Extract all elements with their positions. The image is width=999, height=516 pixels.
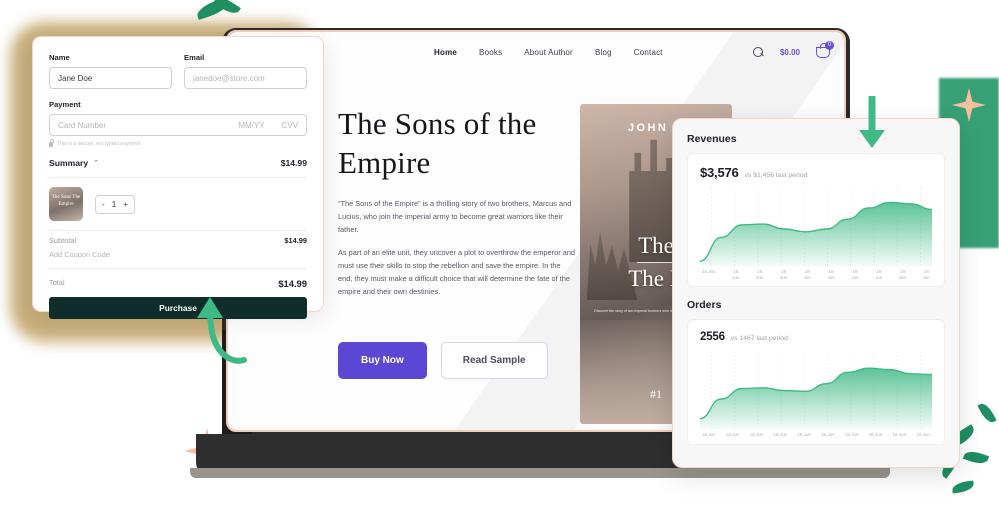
payment-label: Payment bbox=[49, 100, 81, 109]
nav-actions: $0.00 0 bbox=[752, 40, 834, 58]
cart-line-item: The Sons The Empire - 1 + bbox=[49, 178, 307, 231]
subtotal-label: Subtotal bbox=[49, 236, 77, 245]
x-axis-tick: 18 Jun bbox=[732, 269, 740, 280]
x-axis-tick: 18 Jun bbox=[803, 269, 811, 280]
x-axis-tick: 18 Jun bbox=[749, 432, 764, 438]
x-axis-tick: 18 Jun bbox=[755, 269, 764, 280]
screenshot-canvas: Home Books About Author Blog Contact $0.… bbox=[0, 0, 999, 516]
revenues-metric-header: $3,576 vs $1,456 last period bbox=[700, 165, 932, 180]
checkout-card: Name Email Payment MM/YY CVV This is a s… bbox=[32, 36, 324, 319]
x-axis-tick: 15 Jun bbox=[702, 269, 716, 274]
quantity-decrease-button[interactable]: - bbox=[102, 200, 105, 209]
quantity-increase-button[interactable]: + bbox=[123, 200, 128, 209]
orders-value: 2556 bbox=[700, 331, 725, 344]
x-axis-tick: 18 Jun bbox=[779, 269, 788, 280]
total-value: $14.99 bbox=[278, 278, 307, 289]
x-axis-tick: 18 Jun bbox=[773, 432, 788, 438]
summary-label: Summary bbox=[49, 158, 89, 168]
search-icon[interactable] bbox=[752, 46, 764, 58]
nav-item-about-author[interactable]: About Author bbox=[524, 48, 573, 57]
quantity-value: 1 bbox=[111, 199, 117, 209]
orders-heading: Orders bbox=[687, 299, 722, 312]
page-title: The Sons of the Empire bbox=[338, 106, 537, 181]
nav-item-home[interactable]: Home bbox=[434, 48, 457, 57]
x-axis-tick: 18 Jun bbox=[868, 432, 883, 438]
revenues-value: $3,576 bbox=[700, 165, 739, 180]
secure-payment-note: This is a secure, encrypted payment bbox=[49, 139, 307, 147]
revenues-x-axis: 15 Jun 18 Jun 18 Jun 18 Jun 18 Jun 18 Jun 18 J… bbox=[700, 266, 932, 280]
x-axis-tick: 18 Jun bbox=[827, 269, 835, 280]
name-field-group: Name bbox=[49, 53, 172, 89]
quantity-stepper[interactable]: - 1 + bbox=[95, 194, 135, 214]
nav-item-blog[interactable]: Blog bbox=[595, 48, 612, 57]
card-extra-fields: MM/YY CVV bbox=[238, 114, 298, 136]
orders-metric-card: 2556 vs 1467 last period 15 Jun 18 Jun 18 … bbox=[687, 319, 945, 446]
revenues-area-chart bbox=[700, 188, 932, 266]
hero-paragraph-1: “The Sons of the Empire” is a thrilling … bbox=[338, 199, 572, 234]
orders-x-axis: 15 Jun 18 Jun 18 Jun 18 Jun 18 Jun 18 Jun 18 J… bbox=[700, 429, 932, 438]
email-input[interactable] bbox=[184, 67, 307, 89]
read-sample-button[interactable]: Read Sample bbox=[440, 342, 548, 379]
thumbnail-title: The Sons The Empire bbox=[51, 194, 81, 207]
total-label: Total bbox=[49, 278, 65, 287]
x-axis-tick: 18 Jun bbox=[874, 269, 883, 280]
nav-item-books[interactable]: Books bbox=[479, 48, 502, 57]
chevron-up-icon[interactable]: ⌃ bbox=[93, 159, 99, 167]
orders-metric-header: 2556 vs 1467 last period bbox=[700, 331, 932, 343]
name-email-row: Name Email bbox=[49, 53, 307, 89]
x-axis-tick: 18 Jun bbox=[898, 269, 907, 280]
hero-paragraph-2: As part of an elite unit, they uncover a… bbox=[338, 248, 576, 296]
revenues-metric-card: $3,576 vs $1,456 last period 15 Jun 18 Ju… bbox=[687, 153, 945, 288]
summary-header[interactable]: Summary ⌃ $14.99 bbox=[49, 158, 307, 178]
add-coupon-link[interactable]: Add Coupon Code bbox=[49, 245, 307, 269]
leaf-icon bbox=[977, 400, 997, 426]
subtotal-value: $14.99 bbox=[284, 236, 307, 245]
analytics-dashboard-card: Revenues $3,576 vs $1,456 last period 15… bbox=[672, 118, 960, 468]
purchase-button[interactable]: Purchase bbox=[49, 297, 307, 319]
summary-amount: $14.99 bbox=[280, 158, 307, 168]
x-axis-tick: 18 Jun bbox=[820, 432, 835, 438]
lock-icon bbox=[49, 139, 55, 147]
cart-count-badge: 0 bbox=[825, 40, 834, 50]
x-axis-tick: 18 Jun bbox=[851, 269, 859, 280]
laptop-base bbox=[190, 468, 890, 478]
x-axis-tick: 18 Jun bbox=[916, 432, 930, 438]
cover-divider bbox=[637, 262, 675, 264]
leaf-icon bbox=[962, 448, 990, 467]
email-label: Email bbox=[184, 53, 205, 62]
x-axis-tick: 18 Jun bbox=[922, 269, 930, 280]
nav-links: Home Books About Author Blog Contact bbox=[434, 48, 663, 57]
orders-comparison: vs 1467 last period bbox=[730, 335, 788, 343]
card-field-group: MM/YY CVV bbox=[49, 114, 307, 136]
total-row: Total $14.99 bbox=[49, 269, 307, 297]
x-axis-tick: 18 Jun bbox=[725, 432, 740, 438]
cart-button[interactable]: 0 bbox=[816, 40, 834, 58]
email-field-group: Email bbox=[184, 53, 307, 89]
x-axis-tick: 18 Jun bbox=[797, 432, 811, 438]
book-thumbnail: The Sons The Empire bbox=[49, 187, 83, 221]
cta-buttons: Buy Now Read Sample bbox=[338, 342, 548, 379]
x-axis-tick: 15 Jun bbox=[702, 432, 716, 438]
orders-area-chart bbox=[700, 351, 932, 430]
card-cvv-placeholder[interactable]: CVV bbox=[282, 121, 298, 130]
nav-item-contact[interactable]: Contact bbox=[634, 48, 663, 57]
subtotal-row: Subtotal $14.99 bbox=[49, 231, 307, 245]
hero-section: The Sons of the Empire “The Sons of the … bbox=[338, 104, 576, 298]
x-axis-tick: 18 Jun bbox=[892, 432, 907, 438]
card-expiry-placeholder[interactable]: MM/YY bbox=[238, 121, 264, 130]
cart-total-amount: $0.00 bbox=[779, 47, 800, 57]
buy-now-button[interactable]: Buy Now bbox=[338, 342, 427, 379]
leaf-icon bbox=[951, 480, 975, 494]
x-axis-tick: 18 Jun bbox=[844, 432, 859, 438]
secure-note-text: This is a secure, encrypted payment bbox=[57, 141, 141, 147]
revenues-comparison: vs $1,456 last period bbox=[744, 172, 808, 179]
name-label: Name bbox=[49, 53, 70, 62]
name-input[interactable] bbox=[49, 67, 172, 89]
revenues-heading: Revenues bbox=[687, 133, 737, 145]
